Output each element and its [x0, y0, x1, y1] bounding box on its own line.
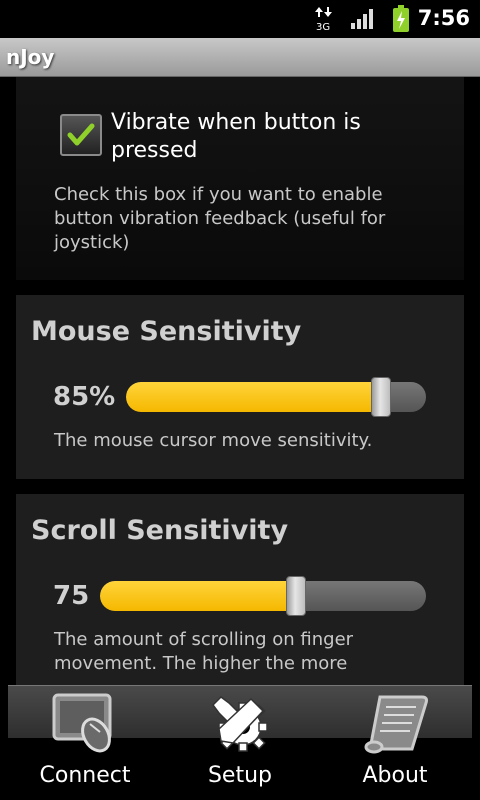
mouse-sensitivity-setting: Mouse Sensitivity 85% The mouse cursor m… [16, 295, 464, 479]
tab-about[interactable]: About [330, 685, 460, 800]
touchpad-mouse-icon [52, 693, 112, 753]
app-title: nJoy [6, 45, 55, 69]
tab-setup[interactable]: Setup [175, 685, 305, 800]
mouse-sensitivity-fill [126, 382, 381, 412]
scroll-sensitivity-title: Scroll Sensitivity [31, 515, 289, 546]
network-type-label: 3G [316, 22, 330, 32]
tab-about-label: About [362, 763, 428, 788]
signal-icon [351, 9, 373, 29]
tab-connect[interactable]: Connect [20, 685, 150, 800]
scroll-sensitivity-setting: Scroll Sensitivity 75 The amount of scro… [16, 494, 464, 685]
checkmark-icon [67, 123, 95, 146]
mouse-sensitivity-value: 85% [53, 382, 116, 412]
vibrate-description: Check this box if you want to enable but… [54, 184, 386, 253]
vibrate-checkbox[interactable] [60, 114, 102, 156]
status-bar: 3G 7:56 [0, 0, 480, 38]
tab-connect-label: Connect [39, 763, 131, 788]
scroll-document-icon [364, 695, 428, 754]
clock: 7:56 [417, 6, 470, 30]
data-arrows-icon: 3G [315, 7, 332, 32]
vibrate-label[interactable]: Vibrate when button is pressed [111, 109, 451, 165]
battery-charging-icon [393, 5, 409, 32]
vibrate-setting: Vibrate when button is pressed Check thi… [16, 77, 464, 280]
tab-setup-label: Setup [207, 763, 273, 788]
tab-bar: Connect Setup About [0, 685, 480, 800]
tools-gear-icon [212, 696, 268, 752]
mouse-sensitivity-thumb[interactable] [371, 377, 391, 417]
scroll-sensitivity-fill [100, 581, 296, 611]
mouse-sensitivity-title: Mouse Sensitivity [31, 316, 302, 347]
scroll-sensitivity-thumb[interactable] [286, 576, 306, 616]
scroll-sensitivity-slider[interactable] [100, 581, 426, 611]
mouse-sensitivity-description: The mouse cursor move sensitivity. [54, 430, 373, 451]
scroll-sensitivity-value: 75 [53, 581, 90, 611]
title-bar: nJoy [0, 38, 480, 77]
scroll-sensitivity-description: The amount of scrolling on finger moveme… [54, 629, 354, 674]
settings-list[interactable]: Vibrate when button is pressed Check thi… [0, 77, 480, 685]
